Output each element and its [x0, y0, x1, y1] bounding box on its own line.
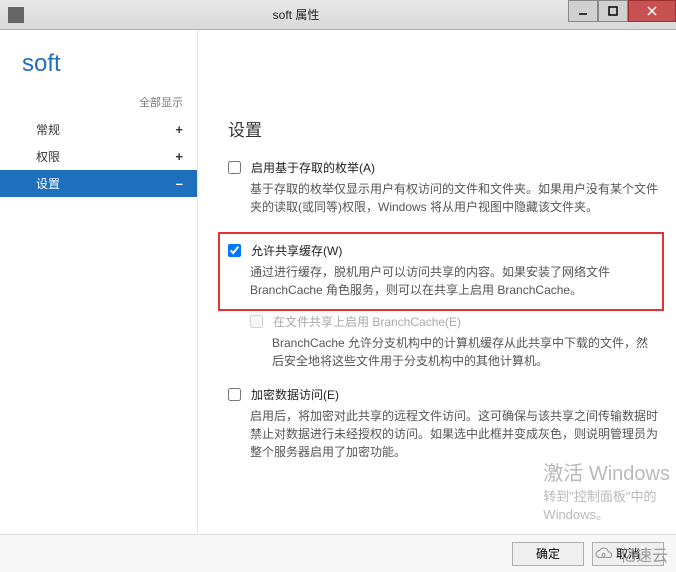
checkbox-access-enum[interactable]	[228, 161, 241, 174]
sidebar-item-label: 常规	[36, 121, 60, 138]
highlight-box: 允许共享缓存(W) 通过进行缓存，脱机用户可以访问共享的内容。如果安装了网络文件…	[218, 232, 664, 311]
sidebar-item-label: 权限	[36, 148, 60, 165]
main-area: soft 全部显示 常规 + 权限 + 设置 – 设置 启用基于存取的枚举(A)…	[0, 30, 676, 534]
close-button[interactable]	[628, 0, 676, 22]
setting-encrypt: 加密数据访问(E) 启用后，将加密对此共享的远程文件访问。这可确保与该共享之间传…	[228, 386, 658, 461]
setting-desc: 通过进行缓存，脱机用户可以访问共享的内容。如果安装了网络文件 BranchCac…	[250, 263, 654, 299]
app-title: soft	[0, 50, 197, 90]
setting-label: 启用基于存取的枚举(A)	[251, 159, 375, 176]
sidebar-item-label: 设置	[36, 175, 60, 192]
collapse-icon: –	[176, 176, 183, 191]
titlebar: soft 属性	[0, 0, 676, 30]
content-panel: 设置 启用基于存取的枚举(A) 基于存取的枚举仅显示用户有权访问的文件和文件夹。…	[198, 30, 676, 534]
setting-branchcache: 在文件共享上启用 BranchCache(E) BranchCache 允许分支…	[250, 313, 658, 370]
ok-button[interactable]: 确定	[512, 542, 584, 566]
sidebar-item-settings[interactable]: 设置 –	[0, 170, 197, 197]
maximize-icon	[608, 6, 618, 16]
minimize-icon	[578, 6, 588, 16]
section-title: 设置	[228, 116, 658, 141]
close-icon	[646, 5, 658, 17]
cloud-icon	[594, 547, 616, 561]
setting-label: 在文件共享上启用 BranchCache(E)	[273, 313, 461, 330]
setting-desc: 基于存取的枚举仅显示用户有权访问的文件和文件夹。如果用户没有某个文件夹的读取(或…	[250, 180, 658, 216]
setting-desc: 启用后，将加密对此共享的远程文件访问。这可确保与该共享之间传输数据时禁止对数据进…	[250, 407, 658, 461]
checkbox-encrypt[interactable]	[228, 388, 241, 401]
setting-access-enum: 启用基于存取的枚举(A) 基于存取的枚举仅显示用户有权访问的文件和文件夹。如果用…	[228, 159, 658, 216]
expand-icon: +	[175, 149, 183, 164]
expand-icon: +	[175, 122, 183, 137]
provider-logo: 亿速云	[594, 542, 668, 566]
show-all-link[interactable]: 全部显示	[0, 90, 197, 116]
setting-label: 允许共享缓存(W)	[251, 242, 342, 259]
maximize-button[interactable]	[598, 0, 628, 22]
checkbox-allow-cache[interactable]	[228, 244, 241, 257]
sidebar: soft 全部显示 常规 + 权限 + 设置 –	[0, 30, 198, 534]
app-icon	[8, 7, 24, 23]
logo-text: 亿速云	[620, 542, 668, 566]
setting-desc: BranchCache 允许分支机构中的计算机缓存从此共享中下载的文件，然后安全…	[272, 334, 658, 370]
dialog-footer: 确定 取消	[0, 534, 676, 572]
setting-label: 加密数据访问(E)	[251, 386, 339, 403]
sidebar-item-permissions[interactable]: 权限 +	[0, 143, 197, 170]
window-buttons	[568, 0, 676, 29]
checkbox-branchcache	[250, 315, 263, 328]
sidebar-item-general[interactable]: 常规 +	[0, 116, 197, 143]
window-title: soft 属性	[24, 6, 568, 23]
setting-allow-cache: 允许共享缓存(W) 通过进行缓存，脱机用户可以访问共享的内容。如果安装了网络文件…	[228, 242, 654, 299]
minimize-button[interactable]	[568, 0, 598, 22]
